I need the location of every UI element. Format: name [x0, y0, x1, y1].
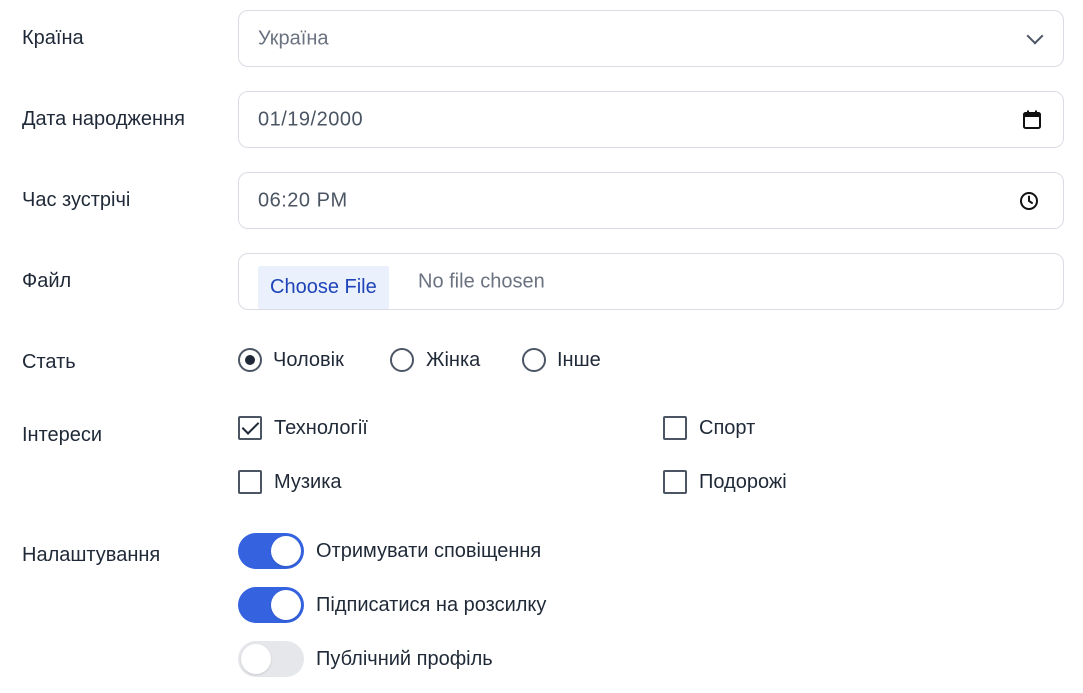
gender-radio-male[interactable]: [238, 348, 262, 372]
meeting-time-value: 06:20 PM: [258, 189, 348, 211]
clock-icon[interactable]: [1019, 191, 1039, 211]
gender-option-label: Інше: [557, 349, 601, 371]
file-status-text: No file chosen: [418, 270, 545, 292]
country-label: Країна: [22, 27, 84, 49]
file-input[interactable]: Choose File No file chosen: [238, 253, 1064, 310]
toggle-knob: [241, 644, 271, 674]
choose-file-button[interactable]: Choose File: [258, 266, 389, 309]
interest-option-label: Подорожі: [699, 471, 787, 493]
settings-label: Налаштування: [22, 544, 161, 566]
meeting-time-label: Час зустрічі: [22, 189, 131, 211]
birth-date-value: 01/19/2000: [258, 108, 364, 130]
calendar-icon[interactable]: [1023, 110, 1041, 129]
gender-radio-other[interactable]: [522, 348, 546, 372]
toggle-label: Підписатися на розсилку: [316, 594, 547, 616]
birth-date-label: Дата народження: [22, 108, 185, 130]
birth-date-input[interactable]: 01/19/2000: [238, 91, 1064, 148]
gender-option-label: Чоловік: [273, 349, 344, 371]
country-select-value: Україна: [258, 27, 329, 49]
interest-checkbox-music[interactable]: [238, 470, 262, 494]
newsletter-toggle[interactable]: [238, 587, 304, 623]
toggle-label: Отримувати сповіщення: [316, 540, 542, 562]
interest-checkbox-technology[interactable]: [238, 416, 262, 440]
interest-option-label: Музика: [274, 471, 342, 493]
file-label: Файл: [22, 270, 72, 292]
interest-checkbox-sport[interactable]: [663, 416, 687, 440]
notifications-toggle[interactable]: [238, 533, 304, 569]
interest-checkbox-travel[interactable]: [663, 470, 687, 494]
interests-label: Інтереси: [22, 424, 103, 446]
chevron-down-icon: [1026, 27, 1044, 44]
gender-radio-female[interactable]: [390, 348, 414, 372]
gender-label: Стать: [22, 351, 76, 373]
interest-option-label: Технології: [274, 417, 368, 439]
toggle-label: Публічний профіль: [316, 648, 493, 670]
public-profile-toggle[interactable]: [238, 641, 304, 677]
meeting-time-input[interactable]: 06:20 PM: [238, 172, 1064, 229]
interest-option-label: Спорт: [699, 417, 756, 439]
toggle-knob: [271, 536, 301, 566]
country-select[interactable]: Україна: [238, 10, 1064, 67]
gender-option-label: Жінка: [426, 349, 481, 371]
toggle-knob: [271, 590, 301, 620]
